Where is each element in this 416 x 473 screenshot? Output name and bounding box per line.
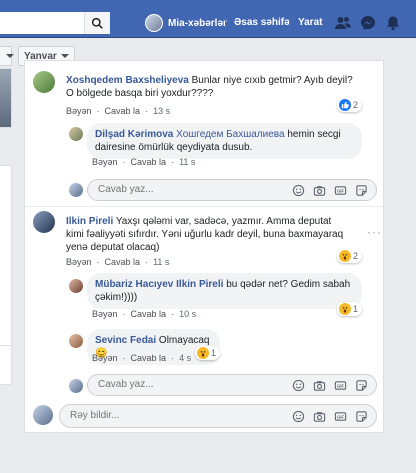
reply-bubble: Mübariz Hacıyev Ilkin Pireli bu qədər ne… xyxy=(87,273,362,309)
comments-panel: Xoshqedem Baxsheliyeva Bunlar niye cıxıb… xyxy=(24,60,384,433)
gif-icon[interactable]: GIF xyxy=(334,410,347,423)
avatar xyxy=(69,379,83,393)
like-link[interactable]: Bəyən xyxy=(92,353,118,363)
right-margin xyxy=(384,38,416,473)
messenger-icon xyxy=(361,16,375,30)
reaction-count-badge[interactable]: 2 xyxy=(337,98,363,112)
comment-composer[interactable]: GIF xyxy=(59,404,377,428)
sticker-icon[interactable] xyxy=(355,410,368,423)
avatar[interactable] xyxy=(69,279,83,293)
gif-icon[interactable]: GIF xyxy=(334,184,347,197)
left-column xyxy=(0,60,12,473)
reaction-count: 1 xyxy=(211,348,217,358)
svg-text:GIF: GIF xyxy=(337,189,344,194)
comment-actions: Bəyən · Cavab la · 11 s xyxy=(92,157,196,167)
wow-icon xyxy=(197,347,209,359)
reply-link[interactable]: Cavab la xyxy=(131,309,167,319)
comment-time[interactable]: 4 s xyxy=(179,353,191,363)
reply-link[interactable]: Cavab la xyxy=(105,106,141,116)
comment-actions: Bəyən · Cavab la · 11 s xyxy=(66,257,170,267)
avatar[interactable] xyxy=(69,127,83,141)
comment-author[interactable]: Sevinc Fedai xyxy=(95,335,156,346)
gif-icon[interactable]: GIF xyxy=(334,379,347,392)
emoji-icon[interactable] xyxy=(292,379,305,392)
comment-input[interactable] xyxy=(70,410,250,421)
bell-icon xyxy=(387,16,399,31)
avatar xyxy=(33,405,53,425)
chevron-down-icon xyxy=(6,54,14,58)
like-link[interactable]: Bəyən xyxy=(92,309,118,319)
reply-bubble: Dilşad Kərimova Хошгедем Бахшалиева hemi… xyxy=(87,123,362,159)
chevron-down-icon xyxy=(60,54,69,58)
mention[interactable]: Хошгедем Бахшалиева xyxy=(176,129,284,140)
profile-link[interactable]: Mia-xəbərlər xyxy=(145,13,227,33)
comment-bubble: Ilkin Pireli Yaxşı qələmi var, sadəcə, y… xyxy=(60,210,350,259)
friend-requests-button[interactable] xyxy=(334,14,352,32)
left-info-card xyxy=(0,345,12,385)
like-icon xyxy=(339,99,351,111)
reaction-count: 2 xyxy=(353,251,359,261)
camera-icon[interactable] xyxy=(313,379,326,392)
friends-icon xyxy=(335,17,351,29)
sticker-icon[interactable] xyxy=(355,379,368,392)
divider xyxy=(25,206,383,207)
comment-time[interactable]: 11 s xyxy=(179,157,195,167)
more-options-icon[interactable]: ··· xyxy=(367,225,382,239)
search-button[interactable] xyxy=(84,12,110,34)
profile-avatar xyxy=(145,14,163,32)
avatar[interactable] xyxy=(33,71,55,93)
messenger-button[interactable] xyxy=(359,14,377,32)
comment-text: Olmayacaq xyxy=(158,335,210,346)
comment-bubble: Xoshqedem Baxsheliyeva Bunlar niye cıxıb… xyxy=(60,69,365,105)
comment-time[interactable]: 10 s xyxy=(179,309,196,319)
camera-icon[interactable] xyxy=(313,184,326,197)
home-link[interactable]: Əsas səhifə xyxy=(234,13,290,33)
notifications-button[interactable] xyxy=(384,14,402,32)
comment-actions: Bəyən · Cavab la · 4 s xyxy=(92,353,192,363)
left-photo-card xyxy=(0,68,12,128)
comment-author[interactable]: Ilkin Pireli xyxy=(66,216,113,227)
emoji-icon[interactable] xyxy=(292,410,305,423)
reply-input[interactable] xyxy=(98,379,278,390)
reply-link[interactable]: Cavab la xyxy=(131,157,167,167)
emoji-icon[interactable] xyxy=(292,184,305,197)
comment-time[interactable]: 11 s xyxy=(153,257,169,267)
reaction-count-badge[interactable]: 1 xyxy=(195,346,221,360)
comment-author[interactable]: Dilşad Kərimova xyxy=(95,129,173,140)
reply-link[interactable]: Cavab la xyxy=(105,257,141,267)
like-link[interactable]: Bəyən xyxy=(92,157,118,167)
reaction-count: 2 xyxy=(353,100,359,110)
nav-divider xyxy=(289,17,290,29)
reaction-count: 1 xyxy=(353,304,359,314)
wow-icon xyxy=(339,250,351,262)
avatar xyxy=(69,183,83,197)
like-link[interactable]: Bəyən xyxy=(66,106,92,116)
comment-author[interactable]: Mübariz Hacıyev xyxy=(95,279,173,290)
avatar[interactable] xyxy=(33,211,55,233)
reply-composer[interactable]: GIF xyxy=(87,374,377,396)
reaction-count-badge[interactable]: 2 xyxy=(337,249,363,263)
wow-icon xyxy=(339,303,351,315)
profile-name: Mia-xəbərlər xyxy=(168,17,227,29)
svg-text:GIF: GIF xyxy=(337,415,344,420)
comment-actions: Bəyən · Cavab la · 13 s xyxy=(66,106,171,116)
comment-author[interactable]: Xoshqedem Baxsheliyeva xyxy=(66,75,189,86)
sticker-icon[interactable] xyxy=(355,184,368,197)
comment xyxy=(33,71,55,93)
reply-composer[interactable]: GIF xyxy=(87,179,377,201)
comment-actions: Bəyən · Cavab la · 10 s xyxy=(92,309,197,319)
reply-input[interactable] xyxy=(98,184,278,195)
reaction-count-badge[interactable]: 1 xyxy=(337,302,363,316)
avatar[interactable] xyxy=(69,334,83,348)
comment-time[interactable]: 13 s xyxy=(153,106,170,116)
search-icon xyxy=(91,17,103,29)
create-link[interactable]: Yarat xyxy=(298,13,322,33)
reply-link[interactable]: Cavab la xyxy=(131,353,167,363)
like-link[interactable]: Bəyən xyxy=(66,257,92,267)
nav-divider xyxy=(225,17,226,29)
svg-text:GIF: GIF xyxy=(337,384,344,389)
camera-icon[interactable] xyxy=(313,410,326,423)
top-navigation-bar: Mia-xəbərlər Əsas səhifə Yarat xyxy=(0,0,416,38)
mention[interactable]: Ilkin Pireli xyxy=(176,279,223,290)
